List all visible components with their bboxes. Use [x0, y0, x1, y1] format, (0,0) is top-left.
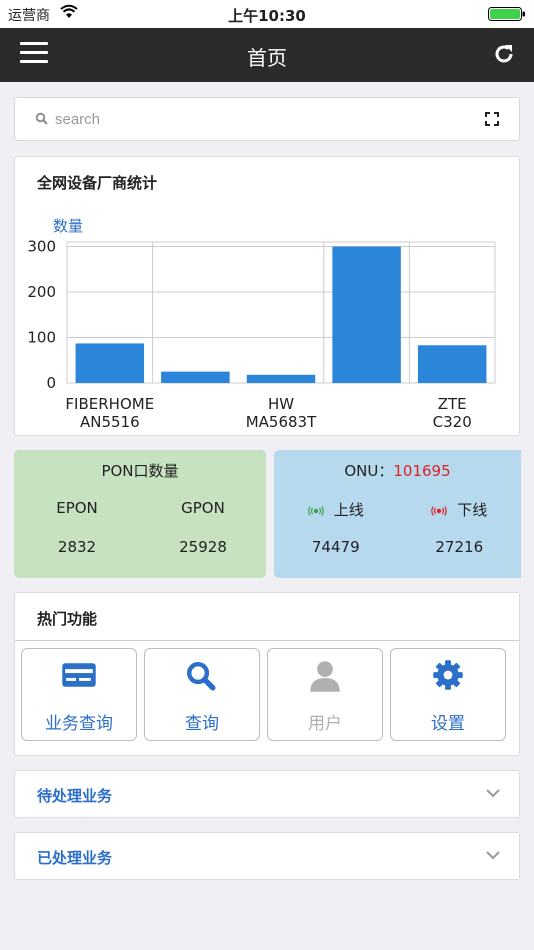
- business-query-button[interactable]: 业务查询: [21, 648, 137, 741]
- pending-business-title: 待处理业务: [37, 787, 113, 805]
- chevron-down-icon: [486, 851, 500, 860]
- offline-signal-icon: [431, 505, 447, 516]
- chart-x-ticks: FIBERHOMEAN5516 HWMA5683T ZTEC320: [65, 395, 471, 431]
- pending-business-section[interactable]: 待处理业务: [14, 770, 520, 818]
- y-tick-label: 0: [46, 374, 56, 392]
- chart-y-axis-label: 数量: [53, 217, 83, 235]
- processed-business-section[interactable]: 已处理业务: [14, 832, 520, 880]
- onu-total: 101695: [393, 462, 451, 480]
- epon-label: EPON: [56, 499, 98, 517]
- online-signal-icon: [307, 505, 324, 516]
- x-tick-label: HW: [268, 395, 294, 413]
- offline-value: 27216: [435, 538, 484, 556]
- chart-bar: [332, 246, 401, 383]
- card-icon: [62, 663, 96, 687]
- search-icon: [187, 661, 216, 691]
- vendor-bar-chart: 数量 300 200 100 0 FIBERHOMEAN5516 HWMA5683T ZT…: [27, 217, 496, 431]
- y-tick-label: 100: [27, 329, 56, 347]
- offline-label: 下线: [457, 501, 488, 519]
- chart-bar: [75, 343, 145, 383]
- scan-icon[interactable]: [485, 112, 499, 126]
- processed-business-title: 已处理业务: [37, 849, 113, 867]
- gear-icon: [433, 660, 463, 690]
- battery-icon: [488, 7, 525, 21]
- x-tick-label: AN5516: [80, 413, 140, 431]
- user-label: 用户: [308, 714, 342, 734]
- hot-functions-card: 热门功能 业务查询 查询 用户 设置: [14, 592, 520, 756]
- gpon-value: 25928: [179, 538, 227, 556]
- settings-label: 设置: [431, 714, 465, 734]
- search-input[interactable]: [55, 106, 475, 132]
- online-stat: 上线: [274, 499, 398, 520]
- chart-bar: [246, 374, 316, 383]
- pon-count-card[interactable]: PON口数量 EPON GPON 2832 25928: [14, 450, 266, 578]
- chart-bar: [161, 371, 230, 383]
- y-tick-label: 200: [27, 283, 56, 301]
- pon-title: PON口数量: [101, 462, 179, 480]
- onu-title: ONU：101695: [274, 460, 521, 481]
- status-bar: 运营商 上午10:30: [0, 0, 534, 28]
- y-tick-label: 300: [27, 238, 56, 256]
- online-value: 74479: [311, 538, 360, 556]
- gpon-label: GPON: [181, 499, 225, 517]
- x-tick-label: C320: [433, 413, 472, 431]
- query-label: 查询: [185, 714, 219, 734]
- chevron-down-icon: [486, 789, 500, 798]
- page-title: 首页: [247, 46, 287, 70]
- chart-y-ticks: 300 200 100 0: [27, 238, 56, 392]
- x-tick-label: FIBERHOME: [65, 395, 154, 413]
- user-icon: [310, 661, 340, 692]
- onu-count-card[interactable]: ONU：101695 上线 下线 74479 27216: [274, 450, 521, 578]
- hot-functions-header: 热门功能: [15, 593, 519, 641]
- offline-stat: 下线: [398, 499, 522, 520]
- user-button[interactable]: 用户: [267, 648, 383, 741]
- settings-button[interactable]: 设置: [390, 648, 506, 741]
- search-bar: [14, 97, 520, 141]
- epon-value: 2832: [57, 538, 97, 556]
- business-query-label: 业务查询: [45, 714, 113, 734]
- chart-bar: [417, 345, 487, 383]
- x-tick-label: MA5683T: [246, 413, 317, 431]
- clock: 上午10:30: [228, 7, 306, 25]
- search-icon: [35, 112, 48, 125]
- query-button[interactable]: 查询: [144, 648, 260, 741]
- nav-bar: 首页: [0, 28, 534, 82]
- refresh-icon[interactable]: [492, 42, 516, 66]
- online-label: 上线: [333, 501, 364, 519]
- x-tick-label: ZTE: [438, 395, 467, 413]
- hot-functions-title: 热门功能: [37, 610, 98, 628]
- onu-title-prefix: ONU：: [344, 462, 394, 480]
- chart-bars: [75, 246, 487, 383]
- vendor-chart-card: 全网设备厂商统计 数量 300 200 100 0 FIBERHOME AN5516 HW…: [14, 156, 520, 436]
